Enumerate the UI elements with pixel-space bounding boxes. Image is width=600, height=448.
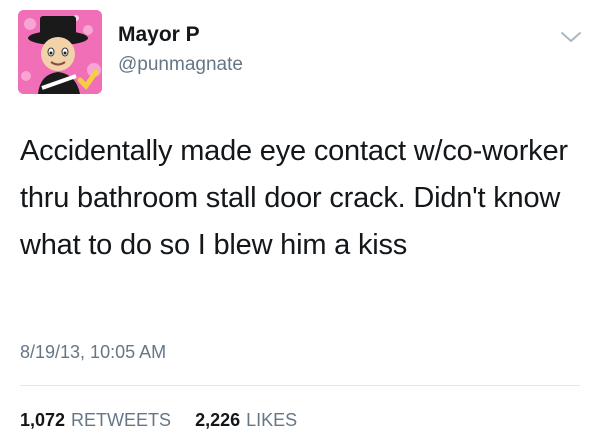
divider bbox=[20, 385, 580, 386]
tweet-text: Accidentally made eye contact w/co-worke… bbox=[20, 135, 568, 261]
likes-label: LIKES bbox=[246, 410, 298, 430]
tweet-stats: 1,072 RETWEETS 2,226 LIKES bbox=[20, 408, 297, 432]
retweets-count: 1,072 bbox=[20, 410, 66, 430]
mii-avatar-icon bbox=[18, 10, 102, 94]
display-name[interactable]: Mayor P bbox=[118, 22, 200, 48]
likes-stat[interactable]: 2,226 LIKES bbox=[195, 410, 297, 430]
username[interactable]: @punmagnate bbox=[118, 53, 243, 77]
avatar[interactable] bbox=[18, 10, 102, 94]
tweet-card: Mayor P @punmagnate Accidentally made ey… bbox=[0, 0, 600, 448]
likes-count: 2,226 bbox=[195, 410, 241, 430]
chevron-down-icon[interactable] bbox=[560, 30, 582, 44]
tweet-timestamp[interactable]: 8/19/13, 10:05 AM bbox=[20, 340, 166, 364]
retweets-stat[interactable]: 1,072 RETWEETS bbox=[20, 410, 176, 430]
retweets-label: RETWEETS bbox=[71, 410, 172, 430]
